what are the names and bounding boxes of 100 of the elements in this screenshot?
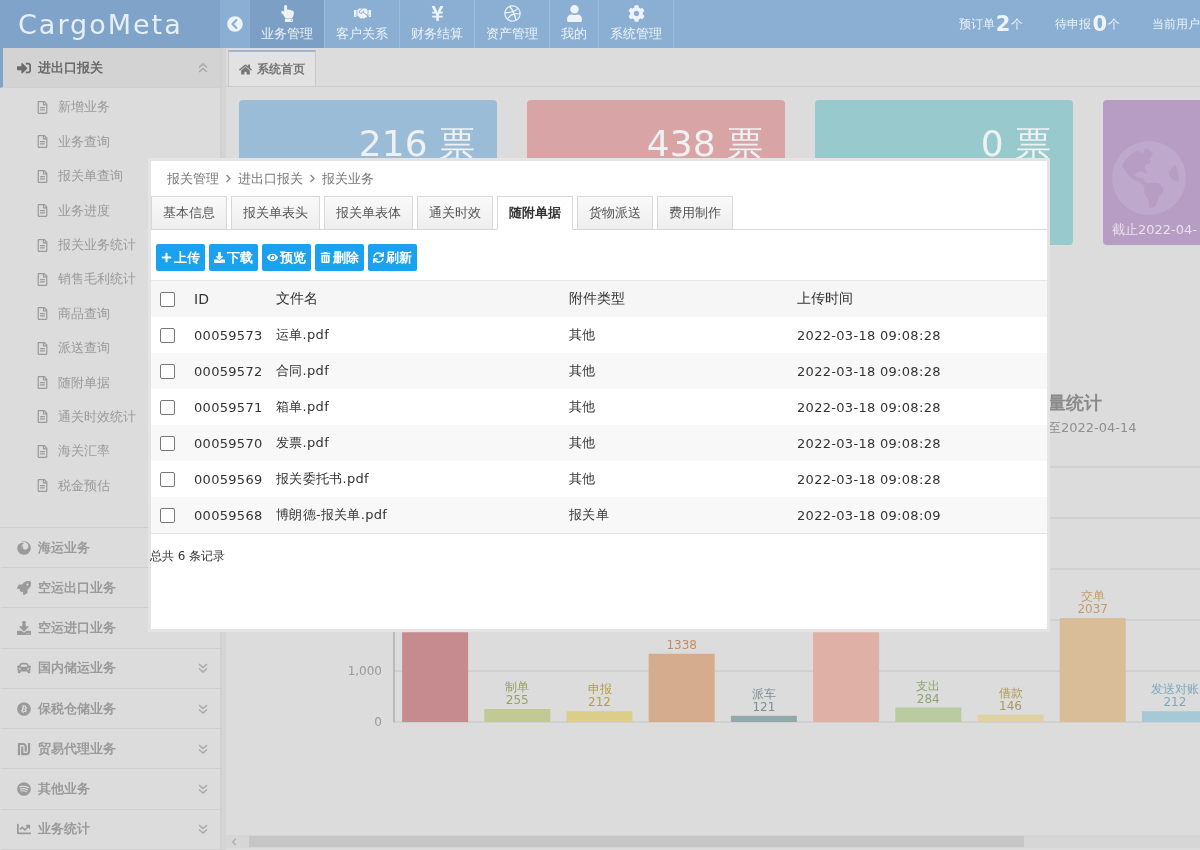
toolbar-button[interactable]: 下载 (209, 244, 258, 271)
page-tab[interactable]: 系统首页 (228, 50, 316, 86)
toolbar-button[interactable]: 上传 (156, 244, 205, 271)
document-icon (36, 376, 49, 390)
sign-in-icon (17, 60, 31, 75)
sidebar-item[interactable]: 新增业务 (0, 90, 220, 125)
document-icon (36, 272, 49, 286)
plus-icon (161, 252, 172, 263)
bar-value: 284 (916, 691, 940, 706)
table-cell-text: 其他 (569, 326, 597, 344)
row-checkbox[interactable] (160, 399, 175, 415)
document-icon (36, 341, 49, 355)
bar (895, 707, 962, 722)
row-checkbox[interactable] (160, 471, 175, 487)
bar-label: 借款 (998, 685, 1023, 700)
toolbar-button[interactable]: 预览 (262, 244, 311, 271)
column-header: 文件名 (276, 290, 319, 308)
nav-tab[interactable]: 业务管理 (250, 0, 325, 48)
row-checkbox[interactable] (160, 435, 175, 451)
row-checkbox[interactable] (160, 507, 175, 523)
document-icon (36, 100, 49, 114)
axis-label: 0 (374, 715, 382, 729)
card-value: 438 票 (645, 122, 764, 166)
column-header: ID (194, 291, 210, 307)
horizontal-scrollbar[interactable] (226, 835, 1200, 848)
table-cell-text: 其他 (569, 362, 597, 380)
download-icon (214, 252, 225, 263)
stat-unit: 个 (1108, 15, 1120, 33)
bar (484, 709, 551, 722)
home-icon (239, 62, 252, 76)
tab[interactable]: 通关时效 (417, 196, 493, 229)
download-icon (17, 621, 31, 636)
toolbar-button[interactable]: 删除 (315, 244, 364, 271)
breadcrumb-item: 报关业务 (322, 169, 374, 188)
table-cell-text: 2022-03-18 09:08:28 (797, 435, 942, 451)
table-cell-text: 箱单.pdf (276, 398, 330, 416)
trash-icon (320, 252, 331, 263)
row-checkbox[interactable] (160, 327, 175, 343)
user-label: 当前用户 (1152, 15, 1200, 33)
bar-value: 212 (1163, 695, 1187, 710)
tab[interactable]: 费用制作 (657, 196, 733, 229)
sidebar-section[interactable]: 贸易代理业务 (0, 729, 220, 770)
bar-value: 121 (752, 699, 776, 714)
globe-icon (17, 540, 31, 555)
table-cell-text: 2022-03-18 09:08:28 (797, 471, 942, 487)
row-checkbox[interactable] (160, 363, 175, 379)
sidebar-section[interactable]: 国内储运业务 (0, 648, 220, 689)
table-cell-text: 2022-03-18 09:08:28 (797, 363, 942, 379)
document-icon (36, 169, 49, 183)
tab[interactable]: 报关单表体 (324, 196, 413, 229)
table-cell-text: 其他 (569, 398, 597, 416)
tab[interactable]: 报关单表头 (231, 196, 320, 229)
settings-icon (627, 5, 645, 22)
chart-title: 量统计 (1048, 391, 1103, 415)
tab[interactable]: 货物派送 (577, 196, 653, 229)
handshake-icon (353, 5, 371, 22)
nav-tab[interactable]: 我的 (550, 0, 599, 48)
bar (730, 715, 797, 722)
nav-tab[interactable]: 客户关系 (325, 0, 400, 48)
rocket-icon (17, 580, 31, 595)
bar-label: 制单 (505, 680, 530, 694)
bar (566, 711, 633, 722)
sidebar-item[interactable]: 业务查询 (0, 124, 220, 160)
bar-label: 发送对账 (1150, 682, 1199, 697)
table-cell-text: 00059571 (194, 399, 264, 415)
chevron-icon (308, 174, 317, 183)
breadcrumb-item: 进出口报关 (238, 169, 303, 188)
circle-waves-icon (17, 782, 31, 797)
table-cell-text: 报关单 (569, 506, 610, 524)
tab[interactable]: 随附单据 (497, 196, 573, 230)
nav-tab[interactable]: 系统管理 (599, 0, 674, 48)
refresh-icon (373, 252, 384, 263)
double-chevron-up-icon (198, 62, 208, 73)
sidebar-section[interactable]: 其他业务 (0, 769, 220, 810)
document-icon (36, 135, 49, 149)
toolbar-button[interactable]: 刷新 (368, 244, 417, 271)
nav-tab[interactable]: 财务结算 (400, 0, 475, 48)
bar-value: 212 (588, 695, 611, 710)
user-icon (565, 5, 583, 22)
hand-pointer-icon (278, 5, 296, 22)
nav-tab[interactable]: 资产管理 (475, 0, 550, 48)
sidebar-section[interactable]: 业务统计 (0, 809, 220, 850)
double-chevron-down-icon (198, 824, 208, 835)
sidebar-section[interactable]: 保税仓储业务 (0, 688, 220, 730)
document-icon (36, 479, 49, 493)
tab[interactable]: 基本信息 (151, 196, 227, 229)
table-cell-text: 合同.pdf (276, 362, 330, 380)
bar-label: 支出 (916, 678, 941, 693)
bar (1141, 711, 1200, 722)
table-cell-text: 2022-03-18 09:08:28 (797, 327, 942, 343)
sidebar-section[interactable]: 进出口报关 (0, 48, 220, 89)
table-cell-text: 00059569 (194, 471, 264, 487)
bar-value: 1338 (666, 637, 697, 652)
card-value: 216 票 (357, 122, 476, 166)
table-cell-text: 00059572 (194, 363, 264, 379)
bitcoin-icon (17, 701, 31, 716)
select-all-checkbox[interactable] (160, 291, 175, 307)
bar-value: 2037 (1077, 602, 1108, 617)
table-cell-text: 运单.pdf (276, 326, 330, 344)
table-cell-text: 2022-03-18 09:08:28 (797, 399, 942, 415)
